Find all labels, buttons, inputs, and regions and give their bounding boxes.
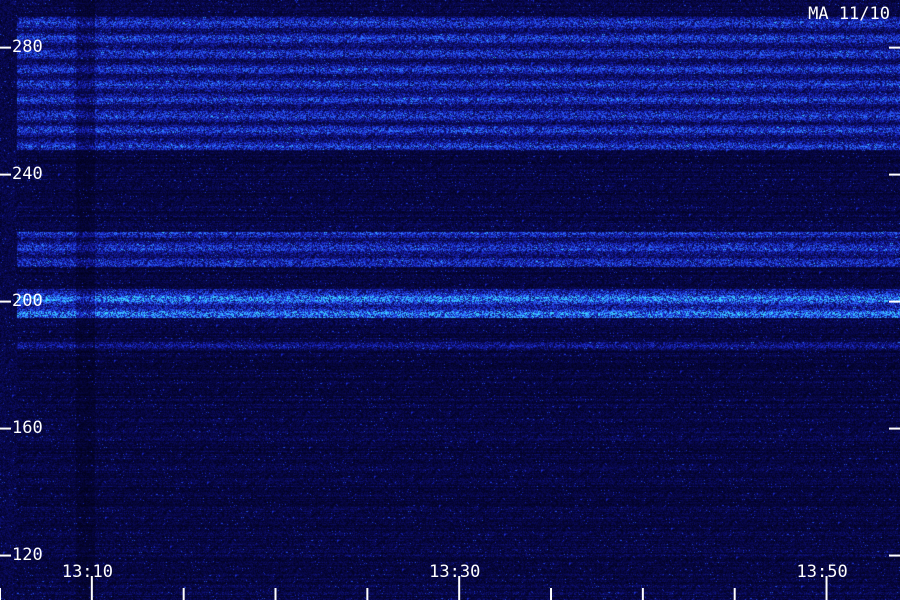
- x-tick-label: 13:30: [429, 562, 481, 582]
- y-tick-label: 160: [12, 417, 43, 438]
- x-tick-label: 13:10: [61, 562, 114, 582]
- y-tick-label: 120: [12, 544, 43, 565]
- station-date-label: MA 11/10: [808, 4, 890, 24]
- y-tick-label: 240: [12, 163, 43, 184]
- spectrogram-panel: MA 11/10 280 240 200 160 120 13:10 13:30 13:50: [0, 0, 900, 600]
- y-tick-label: 280: [12, 36, 43, 57]
- y-tick-label: 200: [12, 290, 43, 311]
- axes-overlay: [0, 46, 900, 600]
- x-tick-label: 13:50: [796, 562, 848, 582]
